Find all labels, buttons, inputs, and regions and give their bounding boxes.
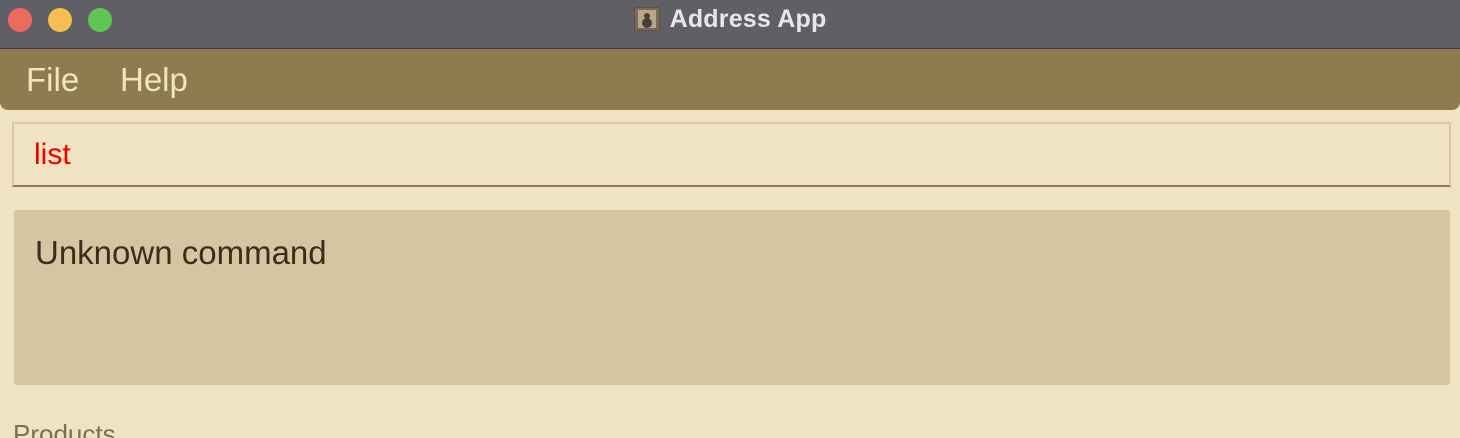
products-section-label: Products (13, 419, 116, 438)
result-display: Unknown command (14, 210, 1450, 385)
contacts-book-icon (633, 7, 660, 31)
command-box (12, 122, 1451, 187)
command-input[interactable] (14, 124, 1449, 185)
result-message: Unknown command (35, 234, 327, 271)
window-title: Address App (669, 4, 827, 33)
title-bar: Address App (0, 0, 1460, 49)
menu-bar: File Help (0, 49, 1460, 110)
app-window: Address App File Help Unknown command Pr… (0, 0, 1460, 438)
menu-help[interactable]: Help (120, 61, 188, 99)
menu-file[interactable]: File (26, 61, 79, 99)
window-title-group: Address App (0, 0, 1460, 38)
